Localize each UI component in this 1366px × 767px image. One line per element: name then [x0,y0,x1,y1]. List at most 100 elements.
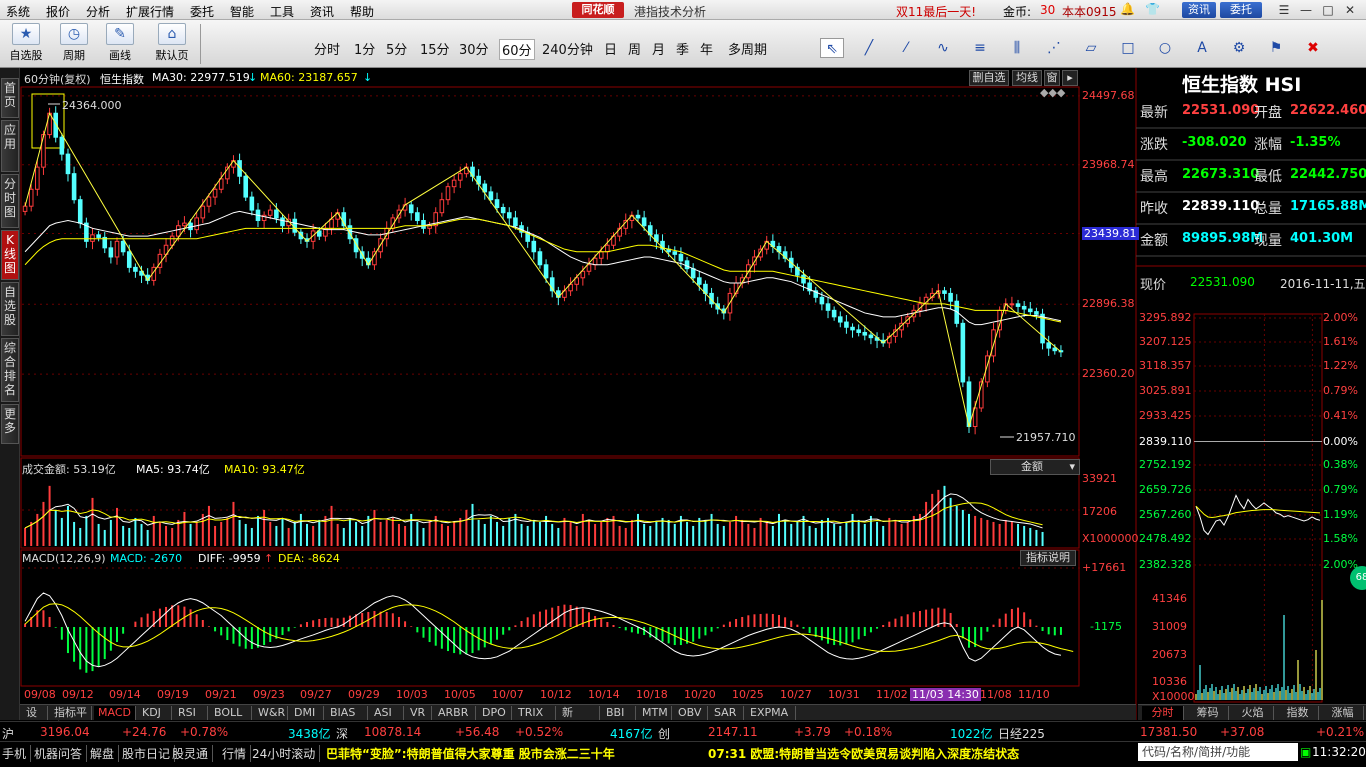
shortcut-3[interactable]: 股市日记 [122,745,176,762]
indicator-tab-3[interactable]: KDJ [138,706,172,720]
ellipse-icon[interactable]: ○ [1153,38,1177,58]
shortcut-2[interactable]: 解盘 [90,745,120,762]
indicator-tab-15[interactable]: BBI [602,706,636,720]
indicator-tab-19[interactable]: EXPMA [746,706,796,720]
trade-button[interactable]: 委托 [1220,2,1262,18]
user-name[interactable]: 本本0915 [1062,3,1117,20]
left-tab-0[interactable]: 首 页 [1,78,19,118]
period-10[interactable]: 季 [676,39,689,58]
period-7[interactable]: 日 [604,39,617,58]
period-3[interactable]: 15分 [420,39,450,58]
ma-button[interactable]: 均线 [1012,70,1042,86]
window-button[interactable]: 窗 [1044,70,1060,86]
watchlist-tool[interactable]: ★ 自选股 [6,23,46,63]
right-tab-2[interactable]: 火焰 [1232,706,1274,720]
fan-icon[interactable]: ⋰ [1042,38,1066,58]
menu-analysis[interactable]: 分析 [86,3,110,20]
gear-icon[interactable]: ⚙ [1227,38,1251,58]
left-tab-6[interactable]: 更 多 [1,404,19,444]
menu-help[interactable]: 帮助 [350,3,374,20]
indicator-tab-7[interactable]: DMI [290,706,324,720]
indicator-tab-8[interactable]: BIAS [326,706,368,720]
skin-icon[interactable]: ☰ [1274,2,1294,18]
default-page-tool[interactable]: ⌂ 默认页 [152,23,192,63]
bell-icon[interactable]: 🔔 [1120,2,1135,16]
indicator-tab-11[interactable]: ARBR [434,706,476,720]
menu-news[interactable]: 资讯 [310,3,334,20]
news-button[interactable]: 资讯 [1182,2,1216,18]
period-6[interactable]: 240分钟 [542,39,593,58]
indicator-tab-17[interactable]: OBV [674,706,708,720]
text-icon[interactable]: A [1190,38,1214,58]
period-8[interactable]: 周 [628,39,641,58]
rect-icon[interactable]: □ [1116,38,1140,58]
delete-watchlist-button[interactable]: 删自选 [969,70,1009,86]
promo-link[interactable]: 双11最后一天! [896,3,976,20]
period-5[interactable]: 60分 [499,39,535,60]
minimize-icon[interactable]: — [1296,2,1316,18]
menu-smart[interactable]: 智能 [230,3,254,20]
right-tab-4[interactable]: 涨幅 [1322,706,1364,720]
indicator-tab-10[interactable]: VR [406,706,432,720]
menu-tools[interactable]: 工具 [270,3,294,20]
expand-icon[interactable]: ▸ [1062,70,1078,86]
menu-trade[interactable]: 委托 [190,3,214,20]
menu-extended[interactable]: 扩展行情 [126,3,174,20]
maximize-icon[interactable]: □ [1318,2,1338,18]
indicator-help-button[interactable]: 指标说明 [1020,550,1076,566]
channel-icon[interactable]: ▱ [1079,38,1103,58]
shortcut-4[interactable]: 股灵通 [172,745,214,762]
shortcut-6[interactable]: 24小时滚动 [252,745,321,762]
menu-system[interactable]: 系统 [6,3,30,20]
shortcut-5[interactable]: 行情 [222,745,252,762]
indicator-tab-5[interactable]: BOLL [210,706,252,720]
more-dots-icon[interactable]: ◆◆◆ [1040,86,1065,99]
cursor-icon[interactable]: ⇖ [820,38,844,58]
menu-quote[interactable]: 报价 [46,3,70,20]
period-1[interactable]: 1分 [354,39,375,58]
indicator-tab-14[interactable]: 新DMA [558,706,600,733]
bars-icon[interactable]: ⫼ [1005,38,1029,58]
shortcut-1[interactable]: 机器问答 [34,745,88,762]
period-9[interactable]: 月 [652,39,665,58]
indicator-tab-16[interactable]: MTM [638,706,672,720]
right-tab-0[interactable]: 分时 [1142,706,1184,720]
indicator-tab-12[interactable]: DPO [478,706,512,720]
news-headline-1[interactable]: 巴菲特“变脸”:特朗普值得大家尊重 股市会涨二三十年 [326,745,615,762]
volume-type-select[interactable]: 金额 ▾ [990,459,1080,475]
right-tab-1[interactable]: 筹码 [1187,706,1229,720]
period-12[interactable]: 多周期 [728,39,767,58]
indicator-tab-18[interactable]: SAR [710,706,744,720]
shirt-icon[interactable]: 👕 [1145,2,1160,16]
indicator-tab-6[interactable]: W&R [254,706,288,720]
code-search-input[interactable]: 代码/名称/简拼/功能 [1138,743,1298,761]
period-2[interactable]: 5分 [386,39,407,58]
indicator-tab-0[interactable]: 设置 [22,706,48,733]
draw-tool[interactable]: ✎ 画线 [100,23,140,63]
wave-icon[interactable]: ∿ [931,38,955,58]
period-4[interactable]: 30分 [459,39,489,58]
left-tab-3[interactable]: K 线 图 [1,230,19,280]
period-11[interactable]: 年 [700,39,713,58]
period-0[interactable]: 分时 [314,39,340,58]
flag-icon[interactable]: ⚑ [1264,38,1288,58]
left-tab-2[interactable]: 分 时 图 [1,174,19,228]
ray-icon[interactable]: ⁄ [894,38,918,58]
left-tab-5[interactable]: 综 合 排 名 [1,338,19,402]
indicator-tab-1[interactable]: 指标平台 [50,706,92,733]
indicator-tab-13[interactable]: TRIX [514,706,556,720]
line-icon[interactable]: ╱ [857,38,881,58]
delete-icon[interactable]: ✖ [1301,38,1325,58]
indicator-tab-4[interactable]: RSI [174,706,208,720]
close-icon[interactable]: ✕ [1340,2,1360,18]
indicator-tab-2[interactable]: MACD [94,706,136,720]
news-headline-2[interactable]: 07:31 欧盟:特朗普当选令欧美贸易谈判陷入深度冻结状态 [708,745,1019,762]
left-tab-1[interactable]: 应 用 [1,120,19,172]
indicator-tab-9[interactable]: ASI [370,706,404,720]
search-icon[interactable]: ▣ [1300,745,1311,759]
right-tab-3[interactable]: 指数 [1277,706,1319,720]
shortcut-0[interactable]: 手机 [2,745,32,762]
fib-icon[interactable]: ≡ [968,38,992,58]
left-tab-4[interactable]: 自 选 股 [1,282,19,336]
period-tool[interactable]: ◷ 周期 [54,23,94,63]
